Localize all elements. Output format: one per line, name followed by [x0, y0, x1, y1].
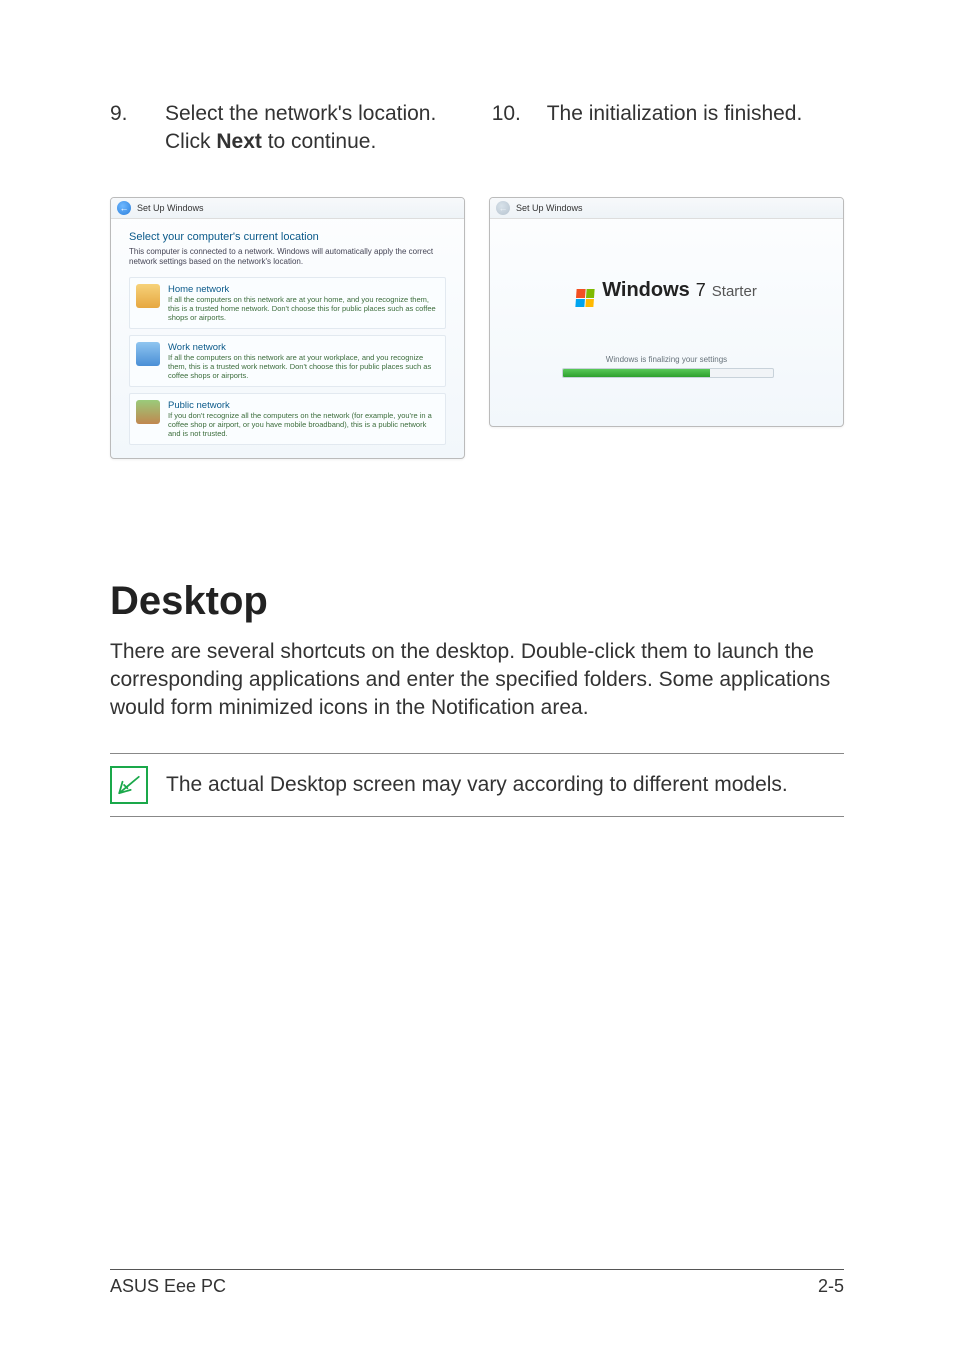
windows-brand: Windows 7 Starter	[576, 279, 757, 306]
window-title: Set Up Windows	[516, 203, 583, 213]
progress-bar	[562, 368, 774, 378]
step-number: 10.	[492, 100, 547, 157]
window-titlebar: ← Set Up Windows	[490, 198, 843, 219]
back-icon[interactable]: ←	[117, 201, 131, 215]
window-titlebar: ← Set Up Windows	[111, 198, 464, 219]
footer-right: 2-5	[818, 1276, 844, 1297]
note-text: The actual Desktop screen may vary accor…	[166, 771, 788, 799]
progress-label: Windows is finalizing your settings	[562, 355, 772, 364]
window-title: Set Up Windows	[137, 203, 204, 213]
step-10: 10. The initialization is finished.	[492, 100, 844, 157]
option-home-network[interactable]: Home network If all the computers on thi…	[129, 277, 446, 329]
section-body: There are several shortcuts on the deskt…	[110, 638, 844, 723]
screenshot-network-location: ← Set Up Windows Select your computer's …	[110, 197, 465, 459]
option-desc: If all the computers on this network are…	[168, 353, 439, 380]
option-work-network[interactable]: Work network If all the computers on thi…	[129, 335, 446, 387]
back-icon: ←	[496, 201, 510, 215]
bench-icon	[136, 400, 160, 424]
step-text: Select the network's location. Click Nex…	[165, 100, 462, 157]
screenshot-finalizing: ← Set Up Windows Windows 7 Starter Windo…	[489, 197, 844, 427]
option-desc: If all the computers on this network are…	[168, 295, 439, 322]
wizard-subtext: This computer is connected to a network.…	[129, 247, 446, 268]
option-title: Home network	[168, 284, 439, 295]
option-desc: If you don't recognize all the computers…	[168, 411, 439, 438]
note-box: The actual Desktop screen may vary accor…	[110, 753, 844, 817]
step-9: 9. Select the network's location. Click …	[110, 100, 462, 157]
option-public-network[interactable]: Public network If you don't recognize al…	[129, 393, 446, 445]
windows-flag-icon	[576, 289, 595, 307]
briefcase-icon	[136, 342, 160, 366]
step-number: 9.	[110, 100, 165, 157]
option-title: Work network	[168, 342, 439, 353]
wizard-footer-hint: If you aren't sure, select Public networ…	[111, 457, 464, 458]
option-title: Public network	[168, 400, 439, 411]
step-text: The initialization is finished.	[547, 100, 844, 157]
home-icon	[136, 284, 160, 308]
footer-left: ASUS Eee PC	[110, 1276, 226, 1297]
page-footer: ASUS Eee PC 2-5	[110, 1269, 844, 1297]
wizard-heading: Select your computer's current location	[129, 231, 446, 243]
section-heading: Desktop	[110, 579, 844, 624]
note-icon	[110, 766, 148, 804]
